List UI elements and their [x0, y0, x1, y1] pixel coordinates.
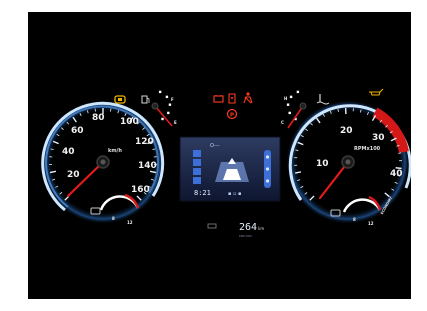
odometer-unit: km	[258, 226, 264, 231]
svg-text:12: 12	[368, 221, 374, 226]
battery-warning-icon	[213, 95, 224, 103]
parking-brake-icon: P	[226, 108, 238, 120]
temp-gauge-segment	[286, 103, 290, 106]
speed-tick-100: 100	[120, 117, 139, 127]
fuel-full-label: F	[171, 97, 174, 102]
tachometer-tick	[337, 108, 339, 112]
tachometer-unit: RPMx100	[354, 146, 381, 152]
economy-sub-gauge-label-2: 12	[127, 220, 133, 225]
odometer: 264 km TRIP ODO	[207, 222, 264, 238]
speed-tick-20: 20	[67, 170, 80, 180]
display-clock: 8:21	[194, 189, 211, 197]
fuel-gauge-segment	[158, 90, 162, 94]
speed-tick-80: 80	[92, 113, 105, 123]
temp-hot-label: H	[284, 96, 287, 101]
speed-tick-60: 60	[71, 126, 84, 136]
speed-tick-140: 140	[138, 161, 157, 171]
display-bottom-marks: ▪ ▫ ▪	[228, 191, 241, 197]
temp-gauge-segment	[289, 95, 293, 99]
instrument-cluster: 20 40 60 80 100 120 140 160 km/h 8 12 10…	[28, 12, 411, 299]
fuel-gauge-needle	[154, 105, 173, 127]
fuel-gauge: F E	[151, 90, 177, 127]
fuel-gauge-segment	[168, 103, 172, 106]
seatbelt-icon	[243, 92, 253, 104]
speed-tick-160: 160	[131, 185, 150, 195]
display-top-text: O---	[210, 143, 220, 149]
fuel-gauge-segment	[165, 95, 169, 99]
oil-pressure-icon	[369, 88, 384, 96]
speedometer: 20 40 60 80 100 120 140 160 km/h 8 12	[41, 100, 165, 225]
fuel-empty-label: E	[174, 120, 177, 125]
svg-text:P: P	[230, 113, 234, 119]
fuel-gauge-segment	[167, 111, 170, 115]
door-open-icon	[228, 93, 236, 104]
odometer-value: 264	[239, 222, 257, 233]
speedometer-unit: km/h	[108, 148, 122, 154]
speed-tick-120: 120	[135, 137, 154, 147]
temp-cold-label: C	[281, 120, 284, 125]
center-display: O--- 8:21 ▪ ▫ ▪	[179, 136, 281, 202]
fuel-pump-icon	[141, 95, 150, 104]
tachometer: 10 20 30 40 RPMx100 8 12 ECONOMY	[286, 100, 411, 226]
temp-gauge-segment	[288, 111, 291, 115]
odometer-mode-icon	[207, 223, 217, 229]
coolant-temp-icon	[316, 94, 330, 105]
fuel-gauge-segment	[161, 117, 164, 121]
svg-text:8: 8	[353, 217, 356, 222]
rpm-tick-40: 40	[390, 169, 403, 179]
economy-sub-gauge-label: 8	[112, 216, 115, 221]
instrument-cluster-svg: 20 40 60 80 100 120 140 160 km/h 8 12 10…	[41, 88, 411, 238]
tachometer-tick	[398, 152, 402, 154]
rpm-tick-30: 30	[372, 133, 385, 143]
speed-tick-40: 40	[62, 147, 75, 157]
temp-gauge-segment	[296, 90, 300, 94]
rpm-tick-10: 10	[316, 159, 329, 169]
odometer-sub-label: TRIP ODO	[239, 234, 252, 238]
display-right-menu	[264, 150, 271, 188]
rpm-tick-20: 20	[340, 126, 353, 136]
